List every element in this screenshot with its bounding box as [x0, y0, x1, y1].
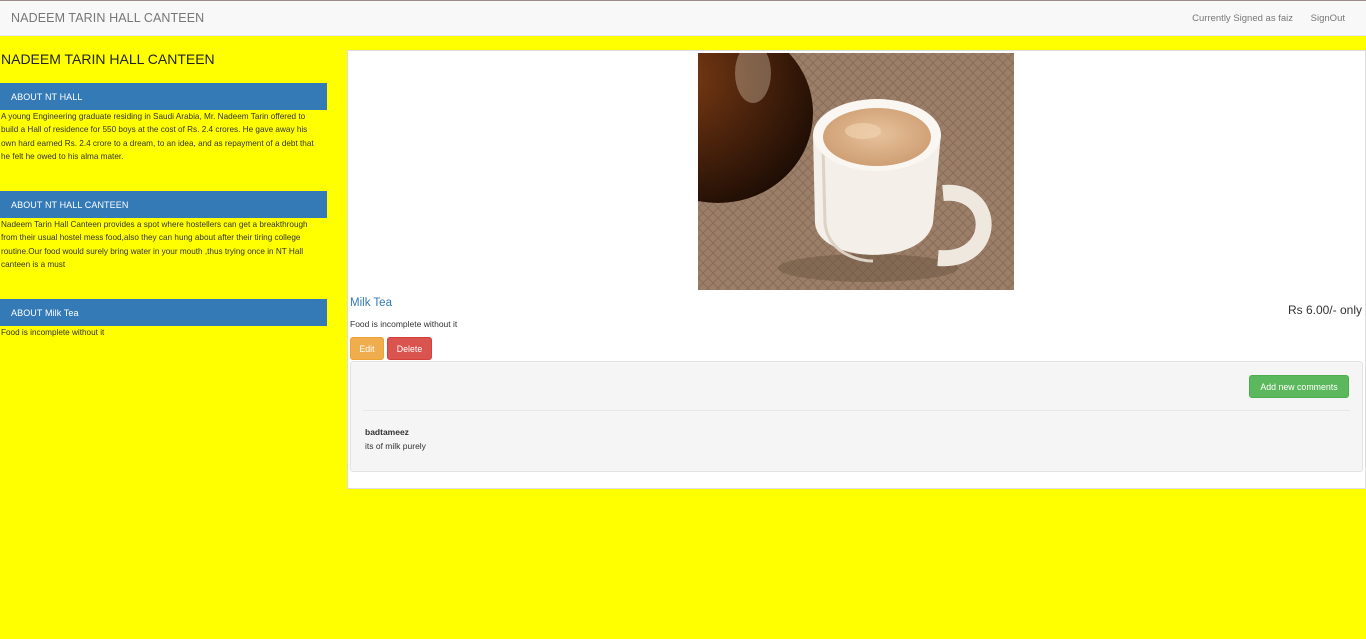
signout-link[interactable]: SignOut [1311, 13, 1345, 24]
milk-tea-photo [698, 53, 1014, 290]
section-text-nt-hall: A young Engineering graduate residing in… [1, 112, 314, 161]
comment-text: its of milk purely [365, 441, 426, 451]
comments-divider [363, 410, 1350, 411]
section-heading-nt-hall: ABOUT NT HALL [0, 83, 327, 110]
comments-section: Add new comments badtameez its of milk p… [350, 361, 1363, 472]
section-text-nt-hall-canteen: Nadeem Tarin Hall Canteen provides a spo… [1, 220, 308, 269]
item-description: Food is incomplete without it [350, 319, 458, 329]
section-text-milk-tea: Food is incomplete without it [1, 328, 105, 337]
item-panel: Milk Tea Rs 6.00/- only Food is incomple… [347, 50, 1366, 489]
item-price: Rs 6.00/- only [1287, 303, 1362, 317]
top-navbar: NADEEM TARIN HALL CANTEEN Currently Sign… [0, 0, 1366, 36]
section-heading-nt-hall-canteen: ABOUT NT HALL CANTEEN [0, 191, 327, 218]
edit-button[interactable]: Edit [350, 337, 384, 360]
delete-button[interactable]: Delete [387, 337, 432, 360]
comment-author: badtameez [365, 427, 409, 437]
signed-in-status: Currently Signed as faiz [1192, 13, 1293, 24]
navbar-brand[interactable]: NADEEM TARIN HALL CANTEEN [11, 11, 204, 25]
add-comment-button[interactable]: Add new comments [1249, 375, 1349, 398]
sidebar-title: NADEEM TARIN HALL CANTEEN [1, 51, 215, 67]
item-name-link[interactable]: Milk Tea [350, 297, 392, 309]
section-heading-milk-tea: ABOUT Milk Tea [0, 299, 327, 326]
